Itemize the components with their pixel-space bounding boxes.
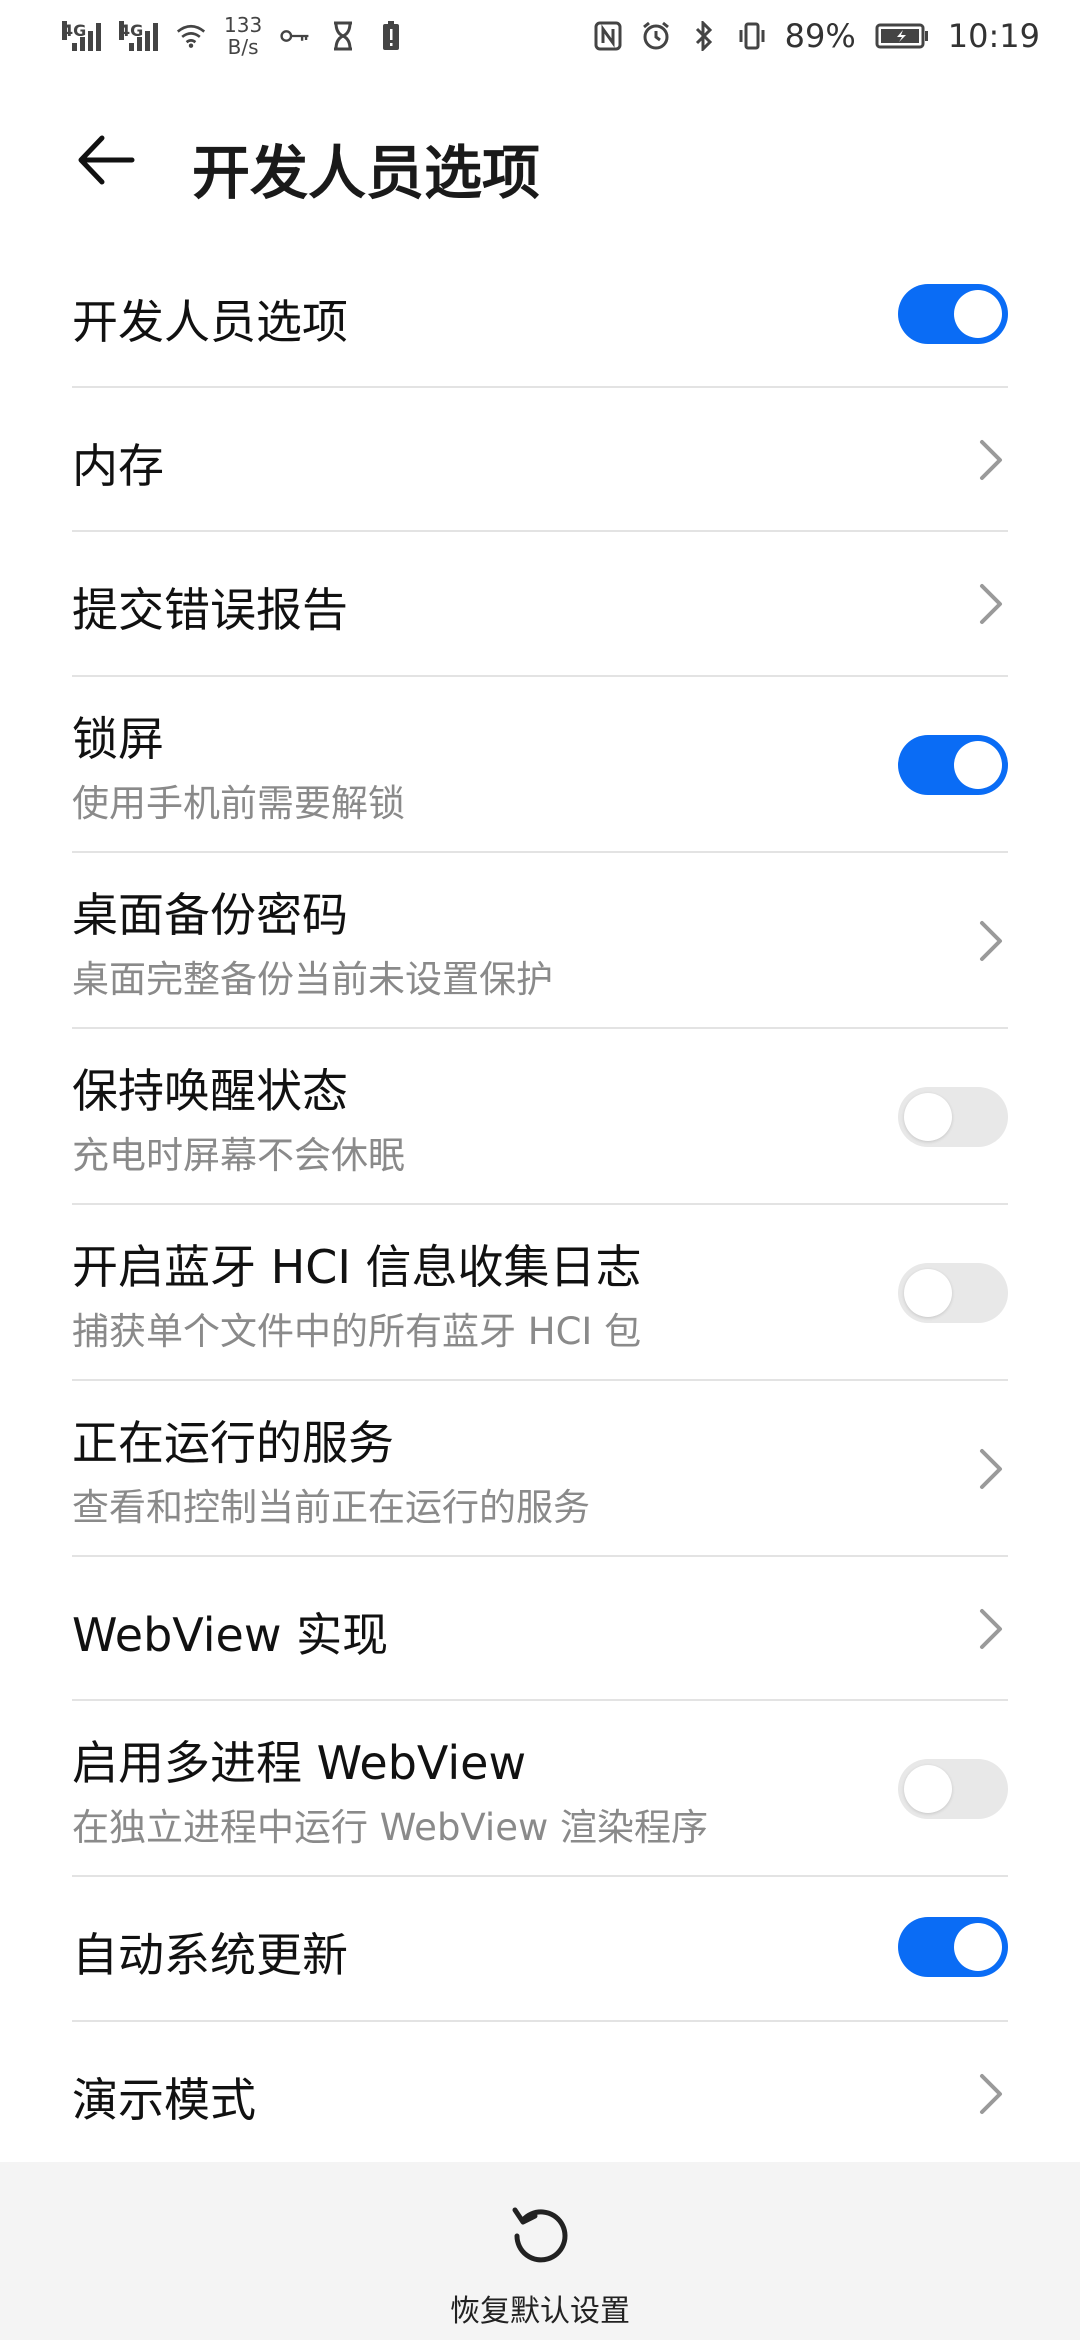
clock: 10:19 xyxy=(947,17,1040,55)
setting-label: 自动系统更新 xyxy=(72,1928,348,1982)
network-speed: 133 B/s xyxy=(224,14,262,58)
status-bar-right: 89% 10:19 xyxy=(593,17,1040,55)
setting-label: WebView 实现 xyxy=(72,1608,389,1662)
app-bar: 开发人员选项 xyxy=(0,108,1080,212)
setting-label: 演示模式 xyxy=(72,2073,256,2127)
signal-sim2-icon: 4G xyxy=(119,21,158,51)
network-speed-unit: B/s xyxy=(227,35,259,59)
multiprocess-webview-toggle[interactable] xyxy=(898,1759,1008,1819)
developer-options-toggle[interactable] xyxy=(898,284,1008,344)
setting-stay-awake[interactable]: 保持唤醒状态 充电时屏幕不会休眠 xyxy=(0,1029,1080,1205)
chevron-right-icon xyxy=(980,1609,1002,1649)
chevron-right-icon xyxy=(980,2074,1002,2114)
battery-percent: 89% xyxy=(784,17,856,55)
bottom-action-bar: 恢复默认设置 xyxy=(0,2162,1080,2340)
auto-system-update-toggle[interactable] xyxy=(898,1917,1008,1977)
stay-awake-toggle[interactable] xyxy=(898,1087,1008,1147)
setting-demo-mode[interactable]: 演示模式 xyxy=(0,2022,1080,2166)
key-icon xyxy=(280,21,310,51)
settings-list: 开发人员选项 内存 提交错误报告 锁屏 使用手机前需要解锁 桌面备份密码 桌面完… xyxy=(0,242,1080,2166)
setting-label: 桌面备份密码 xyxy=(72,888,348,942)
lock-screen-toggle[interactable] xyxy=(898,735,1008,795)
status-bar-left: 4G 4G 133 B/s xyxy=(62,14,406,58)
status-bar: 4G 4G 133 B/s 89% 10:19 xyxy=(0,0,1080,72)
setting-label: 正在运行的服务 xyxy=(72,1416,394,1470)
battery-alert-icon xyxy=(376,21,406,51)
setting-label: 锁屏 xyxy=(72,712,164,766)
setting-description: 捕获单个文件中的所有蓝牙 HCI 包 xyxy=(72,1310,642,1353)
setting-desktop-backup-password[interactable]: 桌面备份密码 桌面完整备份当前未设置保护 xyxy=(0,853,1080,1029)
chevron-right-icon xyxy=(980,921,1002,961)
sim1-network-label: 4G xyxy=(62,21,87,40)
battery-charging-icon xyxy=(874,21,930,51)
sim2-network-label: 4G xyxy=(119,21,144,40)
setting-running-services[interactable]: 正在运行的服务 查看和控制当前正在运行的服务 xyxy=(0,1381,1080,1557)
setting-description: 桌面完整备份当前未设置保护 xyxy=(72,958,553,1001)
vibrate-icon xyxy=(737,21,767,51)
setting-memory[interactable]: 内存 xyxy=(0,388,1080,532)
restore-icon xyxy=(512,2207,568,2263)
setting-label: 开发人员选项 xyxy=(72,295,348,349)
chevron-right-icon xyxy=(980,1449,1002,1489)
network-speed-value: 133 xyxy=(224,13,263,37)
setting-developer-options[interactable]: 开发人员选项 xyxy=(0,242,1080,388)
wifi-icon xyxy=(176,21,206,51)
setting-lock-screen[interactable]: 锁屏 使用手机前需要解锁 xyxy=(0,677,1080,853)
chevron-right-icon xyxy=(980,440,1002,480)
setting-label: 内存 xyxy=(72,439,164,493)
setting-label: 保持唤醒状态 xyxy=(72,1064,348,1118)
setting-description: 充电时屏幕不会休眠 xyxy=(72,1134,405,1177)
hourglass-icon xyxy=(328,21,358,51)
setting-label: 提交错误报告 xyxy=(72,583,348,637)
setting-multiprocess-webview[interactable]: 启用多进程 WebView 在独立进程中运行 WebView 渲染程序 xyxy=(0,1701,1080,1877)
setting-bug-report[interactable]: 提交错误报告 xyxy=(0,532,1080,677)
arrow-left-icon xyxy=(78,135,135,185)
back-button[interactable] xyxy=(76,130,136,190)
nfc-icon xyxy=(593,21,623,51)
setting-description: 使用手机前需要解锁 xyxy=(72,782,405,825)
setting-bluetooth-hci-log[interactable]: 开启蓝牙 HCI 信息收集日志 捕获单个文件中的所有蓝牙 HCI 包 xyxy=(0,1205,1080,1381)
setting-webview-implementation[interactable]: WebView 实现 xyxy=(0,1557,1080,1701)
setting-description: 查看和控制当前正在运行的服务 xyxy=(72,1486,590,1529)
page-title: 开发人员选项 xyxy=(192,139,541,207)
restore-defaults-label: 恢复默认设置 xyxy=(450,2294,630,2329)
restore-defaults-button[interactable]: 恢复默认设置 xyxy=(410,2202,670,2332)
bluetooth-icon xyxy=(689,21,719,51)
chevron-right-icon xyxy=(980,584,1002,624)
setting-description: 在独立进程中运行 WebView 渲染程序 xyxy=(72,1806,708,1849)
bluetooth-hci-log-toggle[interactable] xyxy=(898,1263,1008,1323)
signal-sim1-icon: 4G xyxy=(62,21,101,51)
setting-auto-system-update[interactable]: 自动系统更新 xyxy=(0,1877,1080,2022)
setting-label: 开启蓝牙 HCI 信息收集日志 xyxy=(72,1240,642,1294)
alarm-icon xyxy=(641,21,671,51)
setting-label: 启用多进程 WebView xyxy=(72,1736,527,1790)
